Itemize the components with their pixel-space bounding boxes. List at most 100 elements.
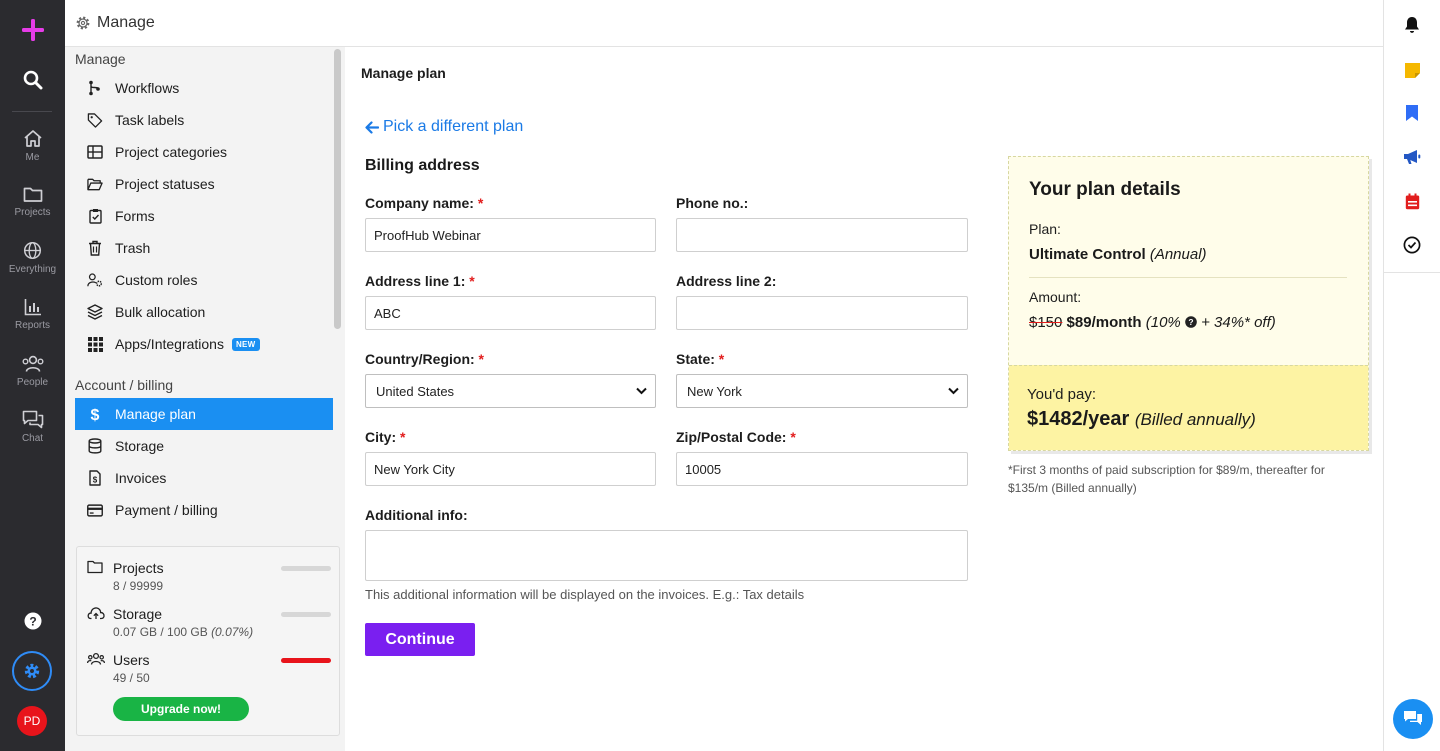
- settings-button[interactable]: [12, 651, 52, 691]
- billing-address-heading: Billing address: [365, 157, 480, 174]
- rail-item-chat[interactable]: Chat: [0, 410, 65, 444]
- rail-item-people[interactable]: People: [0, 354, 65, 388]
- company-name-input[interactable]: [365, 218, 656, 252]
- bookmark-icon: [1406, 105, 1418, 121]
- rail-label-projects: Projects: [14, 207, 51, 218]
- search-button[interactable]: [0, 70, 65, 90]
- bookmarks-button[interactable]: [1402, 103, 1422, 123]
- notifications-button[interactable]: [1402, 15, 1422, 35]
- left-rail: Me Projects Everything Reports People Ch…: [0, 0, 65, 751]
- cloud-upload-icon: [87, 606, 105, 623]
- usage-storage-label: Storage: [113, 606, 163, 622]
- zip-input[interactable]: [676, 452, 968, 486]
- bell-icon: [1405, 17, 1419, 33]
- plus-icon: [21, 19, 44, 41]
- sidebar-heading-manage: Manage: [75, 51, 126, 67]
- amount-value: $150 $89/month (10% ? + 34%* off): [1029, 314, 1276, 331]
- calendar-icon: [1405, 193, 1419, 209]
- rail-item-projects[interactable]: Projects: [0, 186, 65, 218]
- svg-text:$: $: [91, 407, 100, 422]
- plan-name-text: Ultimate Control: [1029, 246, 1146, 263]
- settings-sidebar: Manage Workflows Task labels Project cat…: [65, 47, 345, 751]
- sidebar-item-workflows[interactable]: Workflows: [75, 72, 333, 104]
- city-label: City: *: [365, 429, 405, 445]
- sidebar-item-task-labels[interactable]: Task labels: [75, 104, 333, 136]
- sidebar-item-label: Forms: [115, 208, 155, 224]
- required-mark: *: [469, 273, 475, 289]
- rail-item-reports[interactable]: Reports: [0, 298, 65, 331]
- amount-label: Amount:: [1029, 289, 1082, 305]
- additional-info-textarea[interactable]: [365, 530, 968, 581]
- sidebar-item-project-categories[interactable]: Project categories: [75, 136, 333, 168]
- sidebar-item-forms[interactable]: Forms: [75, 200, 333, 232]
- pick-different-plan-link[interactable]: Pick a different plan: [365, 118, 523, 136]
- help-circle-icon[interactable]: ?: [1185, 316, 1197, 328]
- additional-info-helper: This additional information will be disp…: [365, 587, 805, 602]
- notes-button[interactable]: [1402, 60, 1422, 80]
- upgrade-button[interactable]: Upgrade now!: [113, 697, 249, 721]
- city-input[interactable]: [365, 452, 656, 486]
- plan-divider: [1029, 277, 1347, 278]
- help-button[interactable]: ?: [0, 612, 65, 630]
- sidebar-item-manage-plan[interactable]: $ Manage plan: [75, 398, 333, 430]
- usage-storage-value: 0.07 GB / 100 GB: [113, 625, 212, 639]
- usage-projects-bar: [281, 566, 331, 571]
- usage-users: Users 49 / 50: [87, 652, 331, 692]
- usage-storage-bar: [281, 612, 331, 617]
- rail-item-me[interactable]: Me: [0, 129, 65, 163]
- plan-details-card: Your plan details Plan: Ultimate Control…: [1008, 156, 1369, 451]
- grid-icon: [87, 144, 103, 160]
- sidebar-item-label: Payment / billing: [115, 502, 218, 518]
- add-button[interactable]: [0, 18, 65, 42]
- sidebar-item-payment-billing[interactable]: Payment / billing: [75, 494, 333, 526]
- right-rail-divider: [1384, 272, 1440, 273]
- sidebar-item-label: Project statuses: [115, 176, 215, 192]
- sidebar-scrollbar[interactable]: [334, 49, 341, 329]
- support-chat-button[interactable]: [1393, 699, 1433, 739]
- pay-note: (Billed annually): [1134, 410, 1256, 429]
- sidebar-item-apps-integrations[interactable]: Apps/Integrations NEW: [75, 328, 333, 360]
- rail-label-chat: Chat: [21, 433, 44, 444]
- chevron-down-icon: [948, 387, 959, 395]
- required-mark: *: [400, 429, 406, 445]
- plan-footnote: *First 3 months of paid subscription for…: [1008, 463, 1325, 495]
- country-select[interactable]: United States: [365, 374, 656, 408]
- address-line2-input[interactable]: [676, 296, 968, 330]
- tag-icon: [87, 112, 103, 128]
- sidebar-item-project-statuses[interactable]: Project statuses: [75, 168, 333, 200]
- usage-users-count: 49 / 50: [113, 671, 150, 685]
- country-label-text: Country/Region:: [365, 351, 475, 367]
- phone-input[interactable]: [676, 218, 968, 252]
- sidebar-item-storage[interactable]: Storage: [75, 430, 333, 462]
- announcements-button[interactable]: [1402, 147, 1422, 167]
- state-select[interactable]: New York: [676, 374, 968, 408]
- discount-percent: (10%: [1145, 314, 1181, 331]
- sidebar-item-invoices[interactable]: $ Invoices: [75, 462, 333, 494]
- usage-storage: Storage 0.07 GB / 100 GB (0.07%): [87, 606, 331, 646]
- database-icon: [87, 438, 103, 454]
- sidebar-item-trash[interactable]: Trash: [75, 232, 333, 264]
- sidebar-item-label: Invoices: [115, 470, 167, 486]
- rail-divider: [12, 111, 52, 112]
- people-icon: [22, 355, 44, 372]
- calendar-button[interactable]: [1402, 191, 1422, 211]
- help-icon: ?: [24, 612, 41, 630]
- old-price: $150: [1029, 314, 1063, 331]
- chevron-down-icon: [636, 387, 647, 395]
- home-icon: [23, 130, 42, 147]
- sidebar-item-custom-roles[interactable]: Custom roles: [75, 264, 333, 296]
- gear-icon: [76, 16, 90, 30]
- users-icon: [87, 652, 105, 669]
- usage-projects: Projects 8 / 99999: [87, 560, 331, 600]
- address-line1-input[interactable]: [365, 296, 656, 330]
- avatar[interactable]: PD: [17, 706, 47, 736]
- state-label-text: State:: [676, 351, 715, 367]
- address-line1-label: Address line 1: *: [365, 273, 475, 289]
- sidebar-item-bulk-allocation[interactable]: Bulk allocation: [75, 296, 333, 328]
- timer-button[interactable]: [1402, 235, 1422, 255]
- continue-button[interactable]: Continue: [365, 623, 475, 656]
- zip-label-text: Zip/Postal Code:: [676, 429, 787, 445]
- right-rail: [1383, 0, 1440, 751]
- rail-item-everything[interactable]: Everything: [0, 241, 65, 275]
- sidebar-item-label: Workflows: [115, 80, 180, 96]
